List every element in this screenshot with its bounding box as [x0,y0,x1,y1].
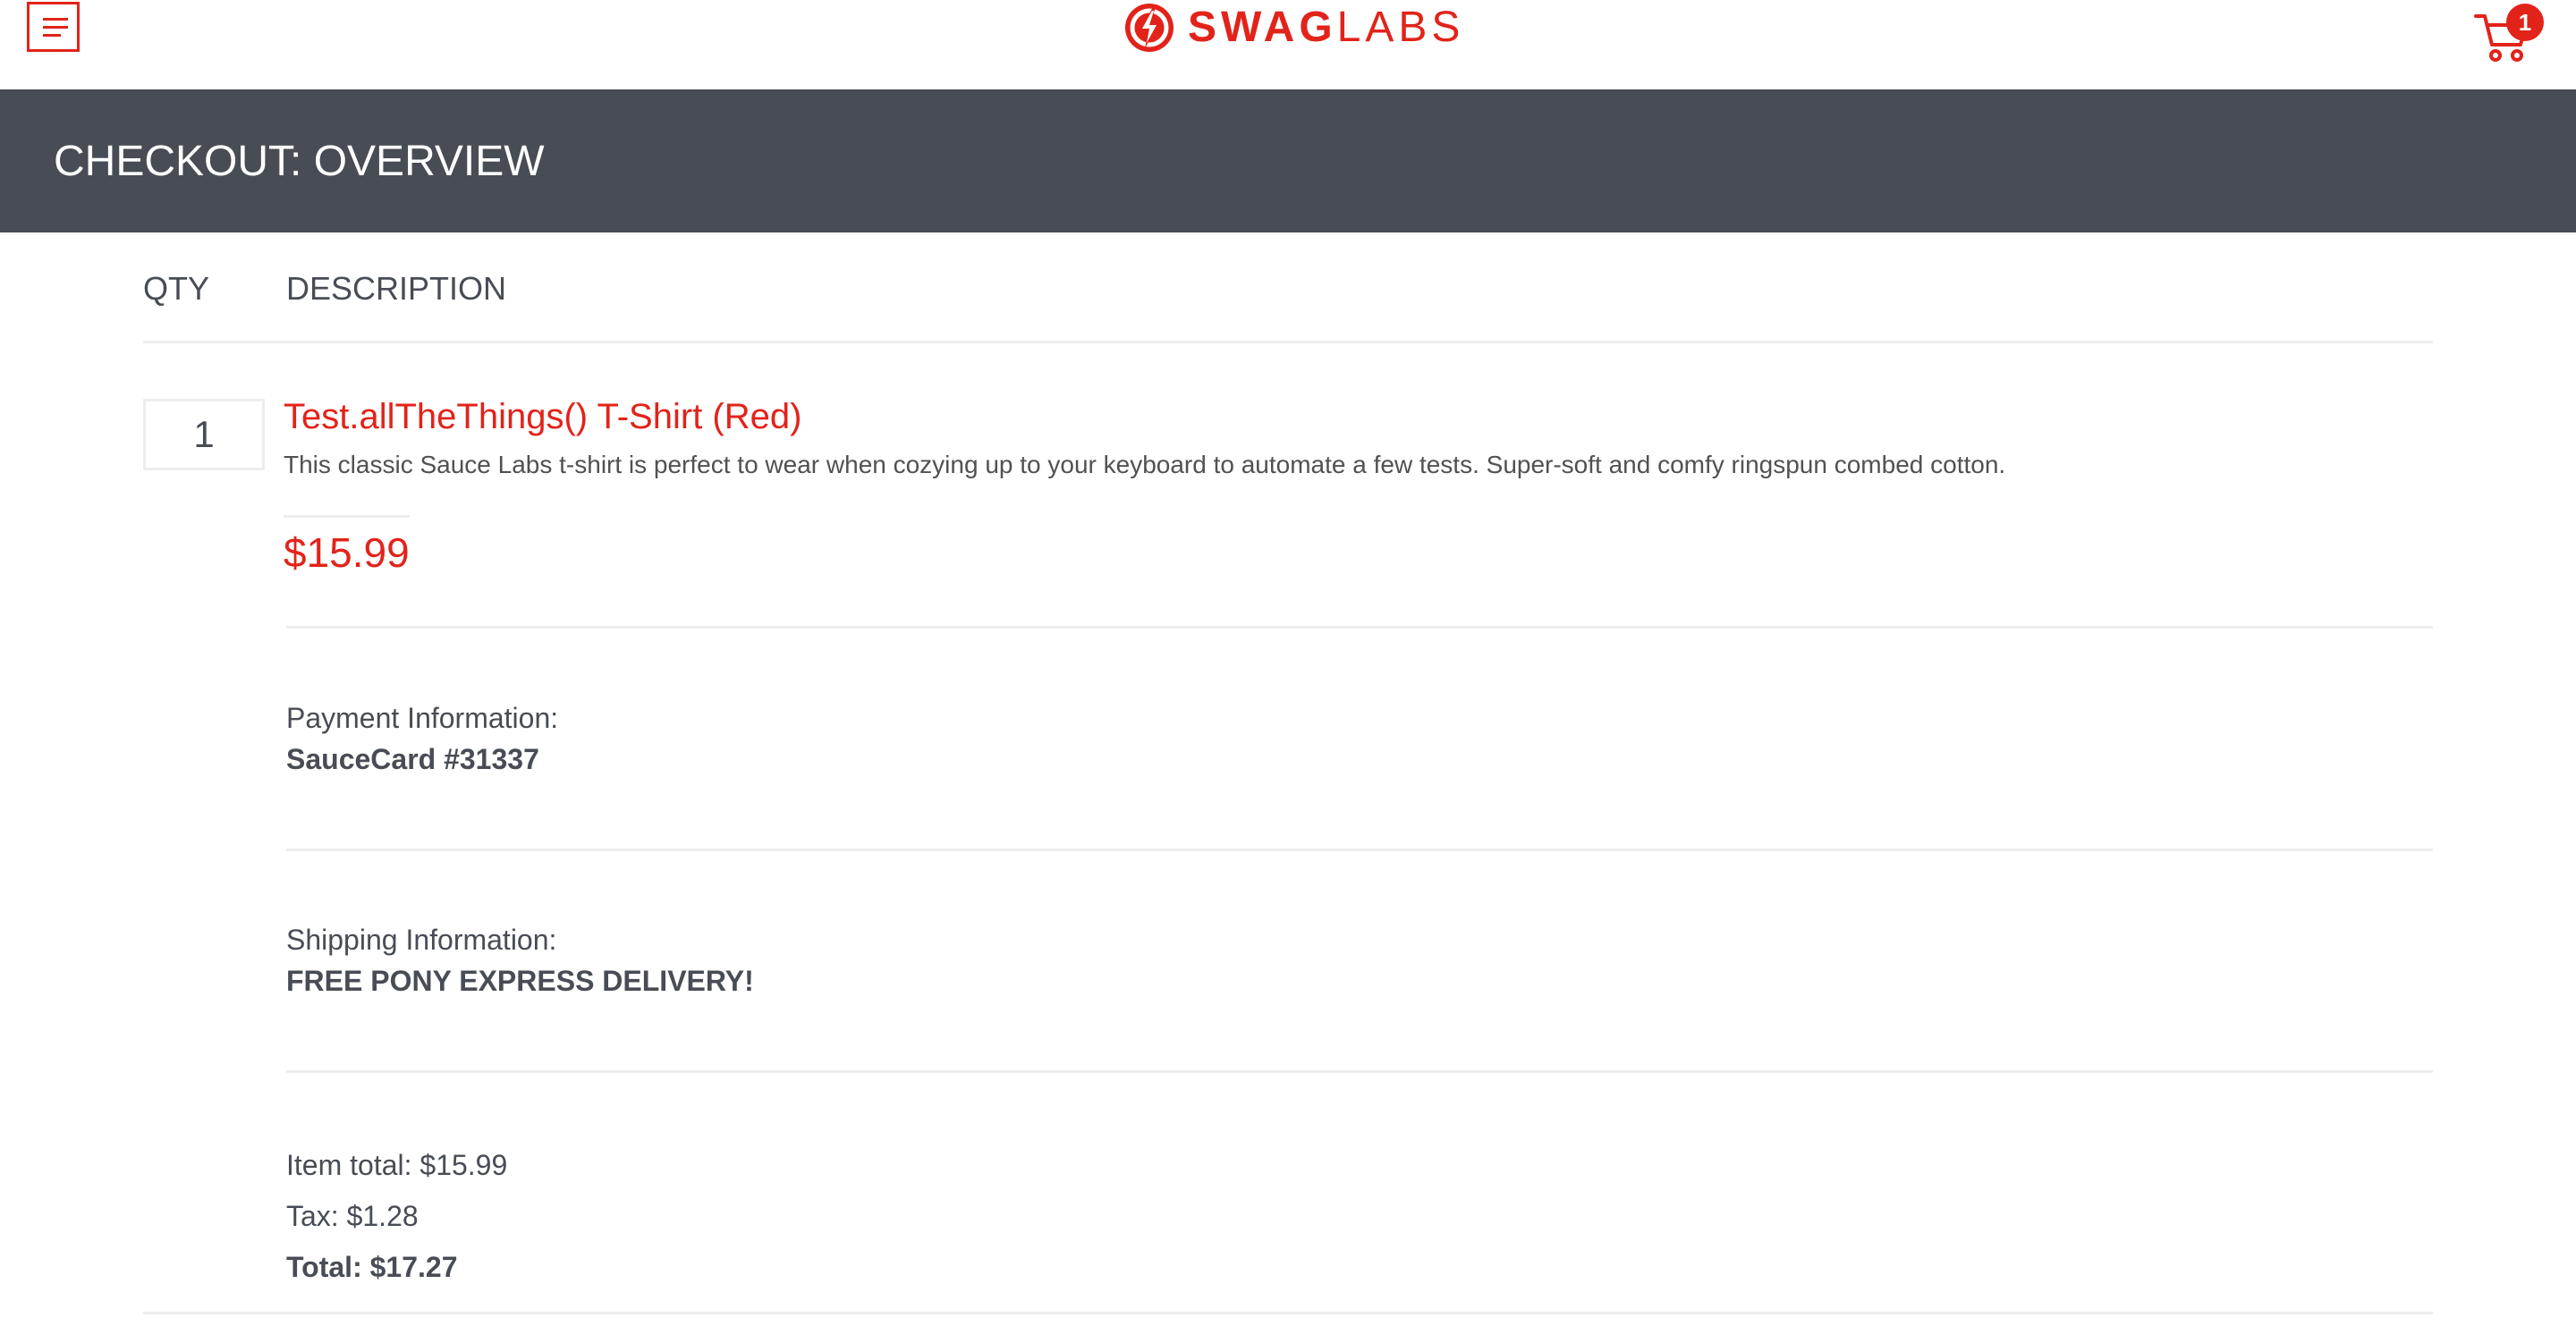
cart-list-header: QTY DESCRIPTION [143,259,2433,343]
shopping-cart-link[interactable]: 1 [2474,4,2546,63]
qty-column-header: QTY [143,270,210,307]
app-logo: SWAGLABS [1123,0,1464,55]
item-total: Item total: $15.99 [286,1149,508,1181]
divider [286,1070,2433,1073]
cart-count-badge: 1 [2506,4,2544,41]
divider [286,626,2433,629]
shipping-info-value: FREE PONY EXPRESS DELIVERY! [286,965,754,997]
order-total: Total: $17.27 [286,1251,458,1283]
tax-amount: Tax: $1.28 [286,1200,419,1232]
payment-info: Payment Information: SauceCard #31337 [286,697,2433,780]
order-totals: Item total: $15.99 Tax: $1.28 Total: $17… [286,1140,507,1293]
logo-text-labs: LABS [1336,4,1465,51]
hamburger-menu-icon-line [43,26,68,29]
hamburger-menu-icon-line [43,34,61,37]
logo-text-swag: SWAG [1188,4,1337,51]
hamburger-menu-button[interactable] [27,2,80,52]
item-price: $15.99 [284,515,410,577]
top-bar: SWAGLABS 1 [0,0,2576,89]
swag-labs-logo-icon [1125,4,1174,52]
description-column-header: DESCRIPTION [286,270,507,307]
item-quantity: 1 [143,399,265,470]
shipping-info-label: Shipping Information: [286,924,557,956]
payment-info-label: Payment Information: [286,702,559,734]
divider [286,849,2433,851]
cart-item: 1 Test.allTheThings() T-Shirt (Red) This… [143,343,2433,629]
item-name-link[interactable]: Test.allTheThings() T-Shirt (Red) [284,397,801,437]
hamburger-menu-icon [43,18,68,21]
logo-text: SWAGLABS [1188,6,1464,49]
secondary-header: CHECKOUT: OVERVIEW [0,89,2576,232]
item-description: This classic Sauce Labs t-shirt is perfe… [284,451,2006,478]
divider [143,1312,2433,1314]
payment-info-value: SauceCard #31337 [286,743,539,775]
page-title: CHECKOUT: OVERVIEW [54,137,545,185]
shipping-info: Shipping Information: FREE PONY EXPRESS … [286,919,2433,1001]
